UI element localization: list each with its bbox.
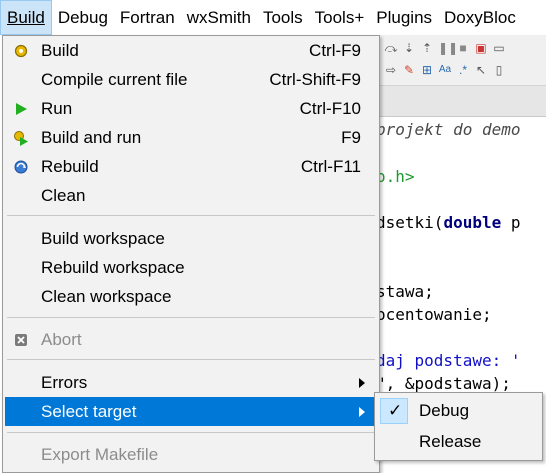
gear-play-icon [14,131,28,146]
menu-item-label: Export Makefile [41,445,159,464]
menu-item-label: Abort [41,330,82,349]
editor-tabstrip [376,86,546,117]
menu-item-label: Clean workspace [41,287,172,306]
menu-item-errors[interactable]: Errors [5,368,377,397]
menu-item-build-and-run[interactable]: Build and run F9 [5,123,377,152]
submenu-arrow-icon [359,407,365,417]
submenu-item-label: Release [419,432,482,451]
arrow-right-icon[interactable]: ⇨ [384,63,398,77]
menu-item-export-makefile: Export Makefile [5,440,377,469]
menu-tools-plus[interactable]: Tools+ [309,0,371,35]
menu-item-rebuild[interactable]: Rebuild Ctrl-F11 [5,152,377,181]
submenu-item-debug[interactable]: ✓ Debug [377,396,540,426]
code-line: projekt do demo [376,120,521,139]
menu-item-shortcut: F9 [341,128,361,147]
menu-item-abort: Abort [5,325,377,354]
menu-separator [7,215,375,216]
menu-item-label: Select target [41,402,137,421]
menu-item-label: Rebuild [41,157,99,176]
code-line: stawa; [376,282,434,301]
menu-separator [7,359,375,360]
toolbar-row-2: ⇨ ✎ ⊞ Aa .* ↖ ▯ [376,59,546,81]
debug-step-out-icon[interactable]: ⇡ [420,41,434,55]
menu-item-compile-current-file[interactable]: Compile current file Ctrl-Shift-F9 [5,65,377,94]
menu-item-build-workspace[interactable]: Build workspace [5,224,377,253]
play-icon [16,103,27,115]
menu-item-shortcut: Ctrl-Shift-F9 [269,70,361,89]
toolbar-area: ⤼ ⇣ ⇡ ❚❚ ■ ▣ ▭ ⇨ ✎ ⊞ Aa .* ↖ ▯ [376,35,546,86]
menu-wxsmith[interactable]: wxSmith [181,0,257,35]
pause-icon[interactable]: ❚❚ [438,41,458,55]
code-line: ", &podstawa); [376,374,511,393]
abort-icon [15,334,27,346]
menu-item-shortcut: Ctrl-F10 [299,99,361,118]
info-icon[interactable]: ▭ [492,41,506,55]
stop-icon[interactable]: ■ [456,41,470,55]
menu-item-label: Errors [41,373,88,392]
gear-icon [14,44,28,58]
debug-step-into-icon[interactable]: ⇣ [402,41,416,55]
menu-build-label: Build [7,8,45,27]
menu-fortran[interactable]: Fortran [114,0,181,35]
menu-tools[interactable]: Tools [257,0,309,35]
code-line: dsetki(double p [376,213,521,232]
menu-item-label: Clean [41,186,86,205]
match-icon[interactable]: ⊞ [420,63,434,77]
code-keyword: double [443,213,502,232]
menu-item-label: Build workspace [41,229,165,248]
code-line: ocentowanie; [376,305,492,324]
checkmark-box: ✓ [380,398,408,424]
menu-item-label: Rebuild workspace [41,258,185,277]
code-line: daj podstawe: ' [376,351,521,370]
toolbar-more-icon[interactable]: ▯ [492,63,506,77]
build-menu: Build Ctrl-F9 Compile current file Ctrl-… [2,35,380,473]
menu-item-label: Run [41,99,73,118]
menu-debug[interactable]: Debug [52,0,114,35]
menu-item-label: Build [41,41,79,60]
menu-item-clean-workspace[interactable]: Clean workspace [5,282,377,311]
code-fragment: p [501,213,521,232]
select-cursor-icon[interactable]: ↖ [474,63,488,77]
select-target-submenu: ✓ Debug Release [374,392,543,461]
rebuild-icon [14,160,28,174]
menu-item-rebuild-workspace[interactable]: Rebuild workspace [5,253,377,282]
menu-item-clean[interactable]: Clean [5,181,377,210]
submenu-item-label: Debug [419,401,470,420]
submenu-item-release[interactable]: Release [377,427,540,457]
code-line: o.h> [376,167,415,186]
regex-icon[interactable]: .* [456,63,470,77]
menu-doxyblocks[interactable]: DoxyBloc [438,0,522,35]
menubar: Build Debug Fortran wxSmith Tools Tools+… [0,0,546,35]
menu-item-select-target[interactable]: Select target [5,397,377,426]
code-fragment: dsetki( [376,213,444,232]
submenu-arrow-icon [359,378,365,388]
menu-item-run[interactable]: Run Ctrl-F10 [5,94,377,123]
menu-item-build[interactable]: Build Ctrl-F9 [5,36,377,65]
menu-item-label: Compile current file [41,70,188,89]
menu-item-shortcut: Ctrl-F9 [309,41,361,60]
menu-item-shortcut: Ctrl-F11 [300,157,361,176]
debug-windows-icon[interactable]: ▣ [474,41,488,55]
menu-separator [7,317,375,318]
menu-item-label: Build and run [41,128,142,147]
checkmark-icon: ✓ [388,401,403,420]
menu-build[interactable]: Build [0,0,52,35]
highlight-icon[interactable]: ✎ [402,63,416,77]
menu-plugins[interactable]: Plugins [370,0,438,35]
menu-separator [7,432,375,433]
debug-step-icon[interactable]: ⤼ [384,41,398,55]
toolbar-row-1: ⤼ ⇣ ⇡ ❚❚ ■ ▣ ▭ [376,37,546,59]
case-icon[interactable]: Aa [438,63,452,77]
